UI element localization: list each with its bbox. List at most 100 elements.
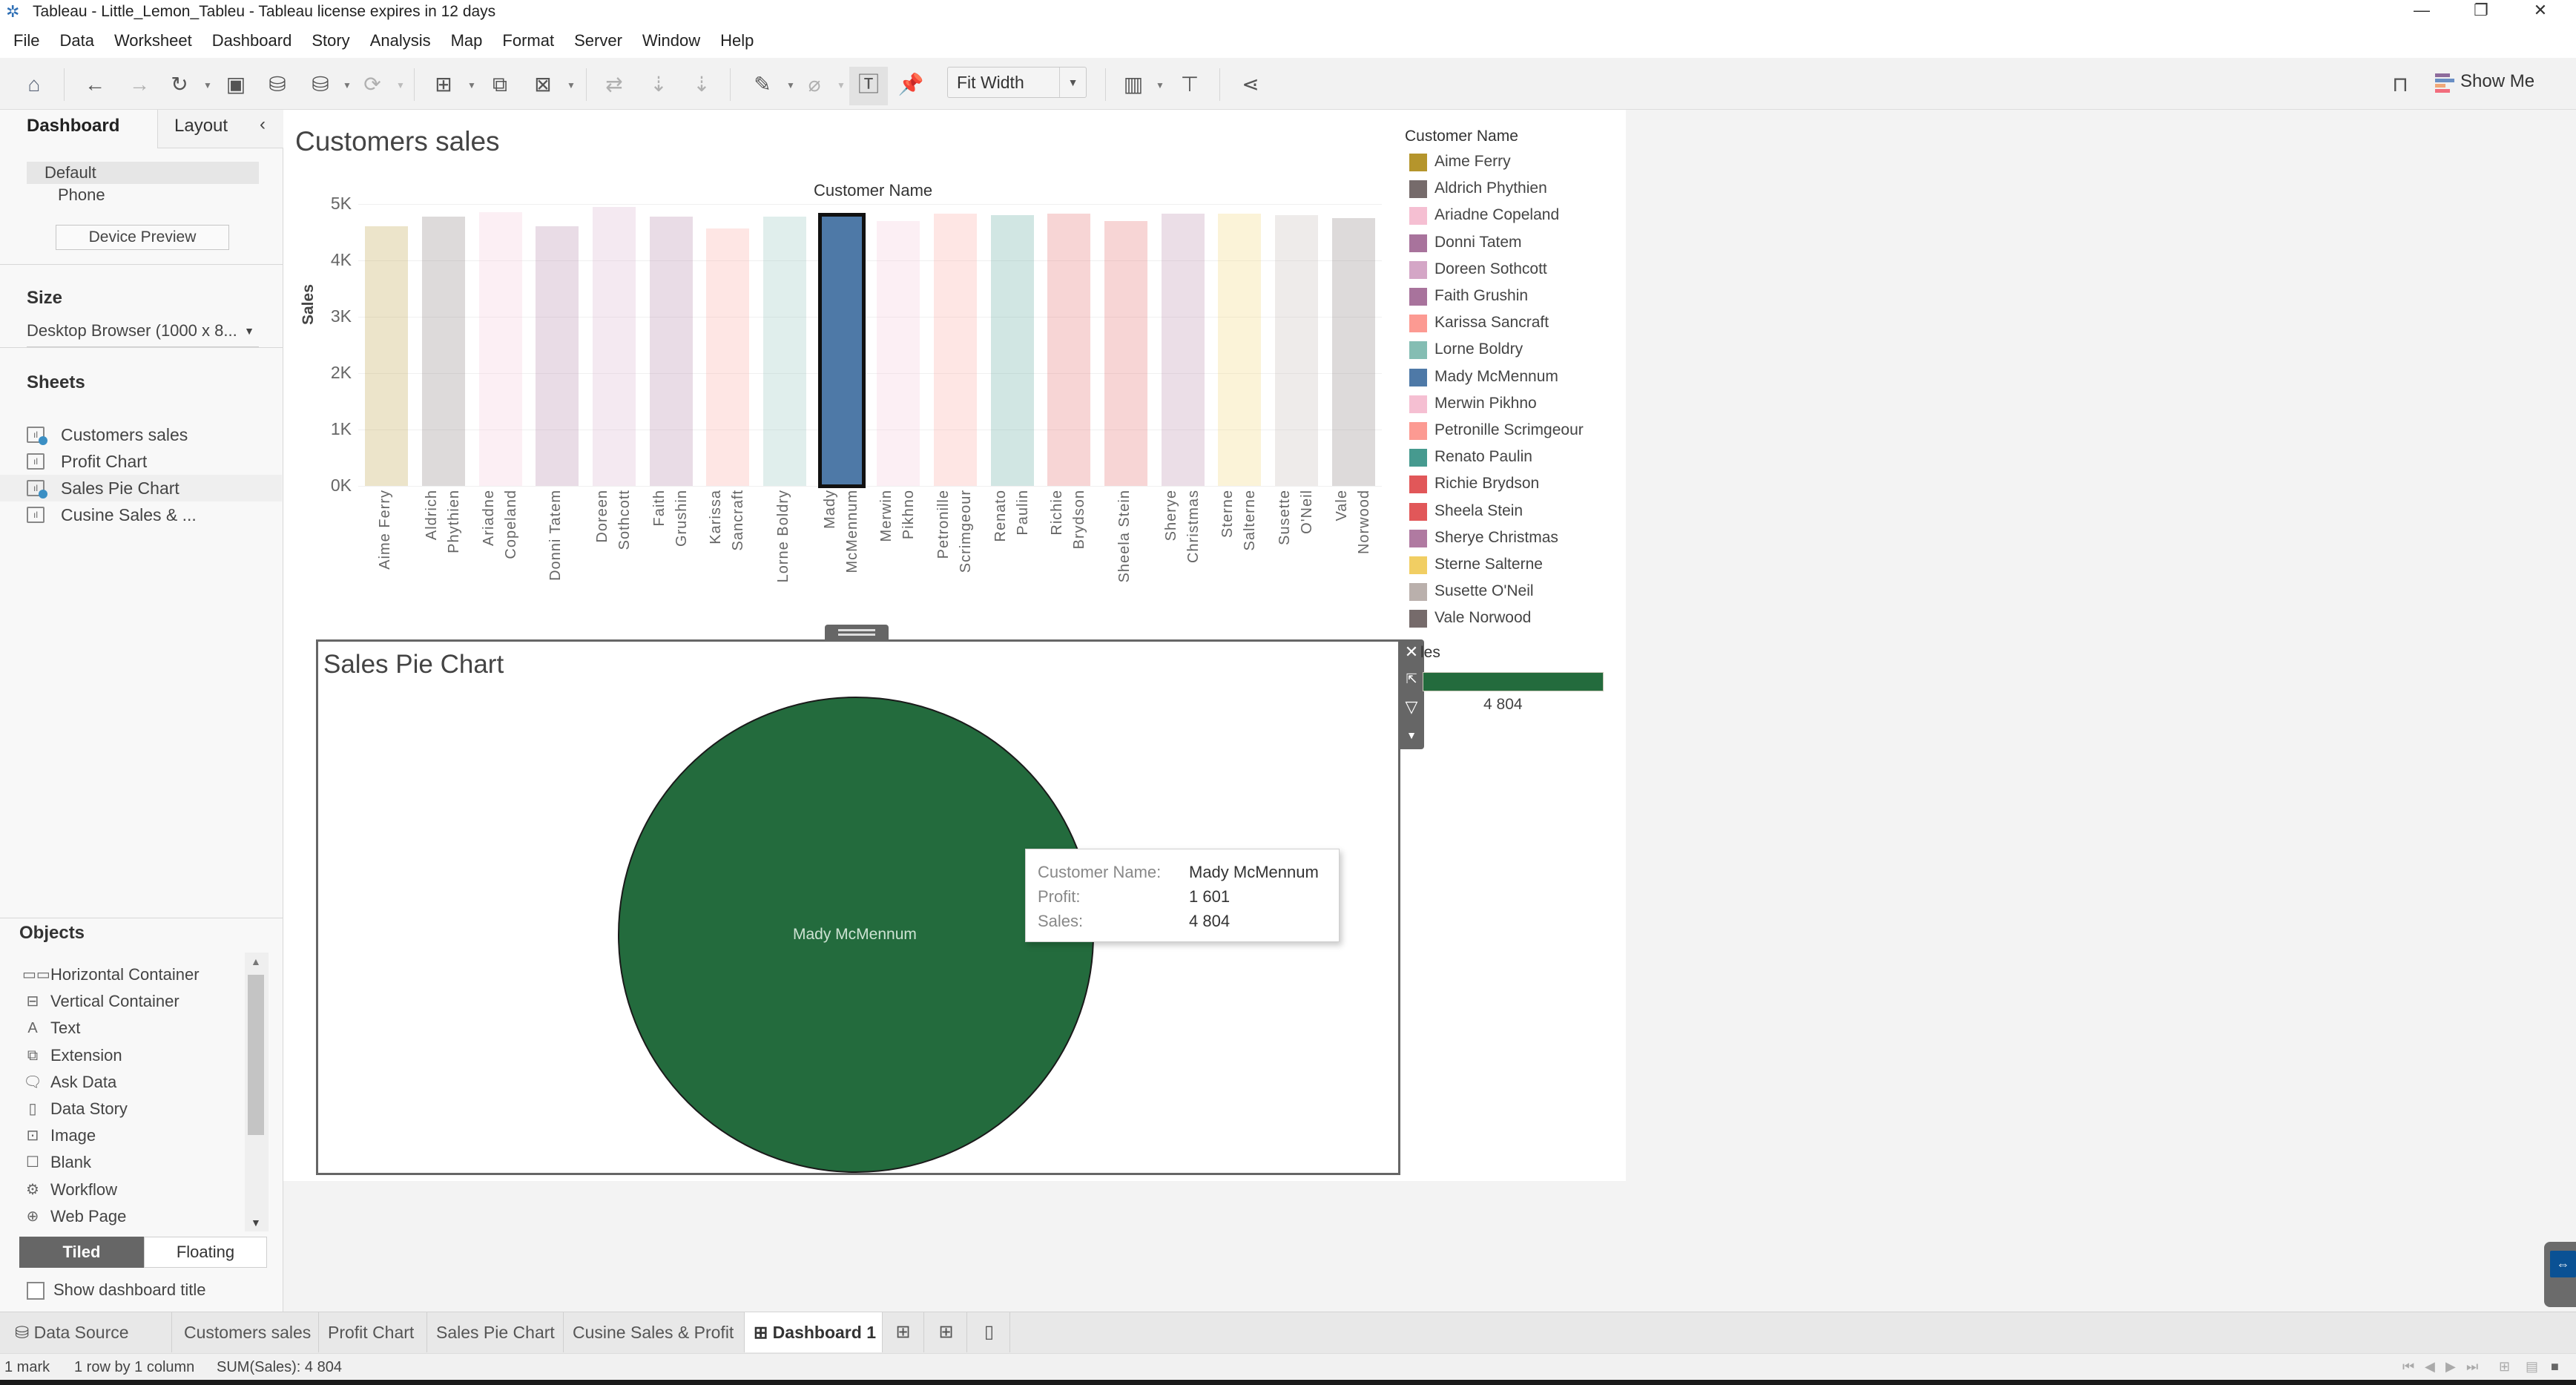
- show-labels-icon[interactable]: 🅃: [855, 71, 882, 98]
- use-as-filter-icon[interactable]: ▽: [1399, 694, 1424, 720]
- tab-profit-chart[interactable]: Profit Chart: [319, 1312, 427, 1352]
- last-page-icon[interactable]: ⏭: [2466, 1353, 2478, 1380]
- save-icon[interactable]: ▣: [223, 71, 249, 98]
- menu-file[interactable]: File: [13, 31, 39, 50]
- tab-customers-sales[interactable]: Customers sales: [175, 1312, 319, 1352]
- legend-item-sterne-salterne[interactable]: Sterne Salterne: [1409, 551, 1543, 578]
- legend-item-doreen-sothcott[interactable]: Doreen Sothcott: [1409, 256, 1547, 283]
- legend-item-susette-o-neil[interactable]: Susette O'Neil: [1409, 578, 1534, 605]
- go-to-sheet-icon[interactable]: ⇱: [1399, 666, 1424, 691]
- object-item-horizontal-container[interactable]: ▭▭ Horizontal Container: [21, 961, 243, 988]
- collapse-panel-icon[interactable]: ‹: [260, 114, 266, 135]
- new-story-tab-icon[interactable]: ▯: [969, 1312, 1010, 1352]
- tab-data-source[interactable]: ⛁ Data Source: [0, 1312, 172, 1352]
- menu-map[interactable]: Map: [451, 31, 483, 50]
- sheet-item-sales-pie-chart[interactable]: ıl Sales Pie Chart: [0, 475, 282, 501]
- bar-susette-o-neil[interactable]: [1274, 215, 1319, 486]
- menu-help[interactable]: Help: [720, 31, 754, 50]
- menu-window[interactable]: Window: [642, 31, 700, 50]
- objects-scrollbar[interactable]: ▲ ▼: [245, 953, 269, 1231]
- legend-item-sheela-stein[interactable]: Sheela Stein: [1409, 498, 1523, 524]
- show-dashboard-title-checkbox[interactable]: Show dashboard title: [27, 1279, 205, 1301]
- bar-renato-paulin[interactable]: [990, 215, 1034, 486]
- undo-icon[interactable]: ←: [82, 71, 108, 98]
- object-item-data-story[interactable]: ▯ Data Story: [21, 1096, 243, 1122]
- legend-item-renato-paulin[interactable]: Renato Paulin: [1409, 444, 1532, 470]
- presentation-icon[interactable]: ⊤: [1176, 71, 1203, 98]
- bar-aldrich-phythien[interactable]: [421, 216, 466, 486]
- size-select[interactable]: Desktop Browser (1000 x 8... ▼: [27, 319, 259, 347]
- legend-item-faith-grushin[interactable]: Faith Grushin: [1409, 283, 1528, 309]
- menu-dashboard[interactable]: Dashboard: [212, 31, 292, 50]
- tab-cusine-sales-profit[interactable]: Cusine Sales & Profit: [564, 1312, 745, 1352]
- scroll-up-icon[interactable]: ▲: [251, 955, 261, 967]
- new-dashboard-tab-icon[interactable]: ⊞: [926, 1312, 967, 1352]
- legend-item-donni-tatem[interactable]: Donni Tatem: [1409, 229, 1522, 256]
- tiled-button[interactable]: Tiled: [19, 1237, 144, 1268]
- bar-mady-mcmennum[interactable]: [817, 212, 866, 488]
- object-item-workflow[interactable]: ⚙ Workflow: [21, 1177, 243, 1203]
- new-worksheet-icon[interactable]: ⊞: [430, 71, 457, 98]
- bar-faith-grushin[interactable]: [649, 216, 693, 486]
- tab-dashboard-1[interactable]: ⊞ Dashboard 1: [745, 1312, 883, 1352]
- legend-item-aldrich-phythien[interactable]: Aldrich Phythien: [1409, 175, 1547, 202]
- tab-sales-pie-chart[interactable]: Sales Pie Chart: [427, 1312, 564, 1352]
- sheet-item-customers-sales[interactable]: ıl Customers sales: [0, 421, 282, 448]
- tabs-view-icon[interactable]: ■: [2551, 1353, 2559, 1380]
- bar-vale-norwood[interactable]: [1331, 218, 1375, 486]
- menu-data[interactable]: Data: [59, 31, 93, 50]
- object-item-ask-data[interactable]: 🗨 Ask Data: [21, 1069, 243, 1096]
- scrollbar-thumb[interactable]: [248, 975, 264, 1135]
- redo-icon[interactable]: →: [126, 71, 153, 98]
- sheet-item-profit-chart[interactable]: ıl Profit Chart: [0, 448, 282, 475]
- object-item-web-page[interactable]: ⊕ Web Page: [21, 1203, 243, 1230]
- device-default[interactable]: Default: [27, 162, 259, 184]
- device-phone[interactable]: Phone: [27, 184, 259, 206]
- legend-item-vale-norwood[interactable]: Vale Norwood: [1409, 605, 1531, 631]
- sort-ascending-icon[interactable]: ⇣: [645, 71, 672, 98]
- floating-button[interactable]: Floating: [144, 1237, 267, 1268]
- show-me-button[interactable]: Show Me: [2435, 67, 2534, 96]
- object-item-vertical-container[interactable]: ⊟ Vertical Container: [21, 988, 243, 1015]
- sort-descending-icon[interactable]: ⇣: [688, 71, 715, 98]
- new-datasource-icon[interactable]: ⛁: [264, 71, 291, 98]
- first-page-icon[interactable]: ⏮: [2402, 1353, 2414, 1380]
- legend-item-lorne-boldry[interactable]: Lorne Boldry: [1409, 336, 1523, 363]
- sheet-item-cusine-sales[interactable]: ıl Cusine Sales & ...: [0, 501, 282, 528]
- legend-item-karissa-sancraft[interactable]: Karissa Sancraft: [1409, 309, 1549, 336]
- bar-sheela-stein[interactable]: [1104, 220, 1148, 486]
- show-cards-icon[interactable]: ▥: [1120, 71, 1147, 98]
- home-icon[interactable]: ⌂: [21, 71, 47, 98]
- object-item-text[interactable]: A Text: [21, 1015, 243, 1042]
- bar-lorne-boldry[interactable]: [762, 216, 807, 486]
- bar-sterne-salterne[interactable]: [1218, 213, 1262, 486]
- next-page-icon[interactable]: ▶: [2445, 1353, 2456, 1380]
- legend-item-petronille-scrimgeour[interactable]: Petronille Scrimgeour: [1409, 417, 1584, 444]
- teamviewer-tab[interactable]: ⇔: [2544, 1242, 2576, 1307]
- highlight-icon[interactable]: ✎: [749, 71, 776, 98]
- tooltip-sign-icon[interactable]: ⊓: [2387, 71, 2414, 98]
- legend-item-merwin-pikhno[interactable]: Merwin Pikhno: [1409, 390, 1537, 417]
- device-preview-button[interactable]: Device Preview: [56, 225, 229, 250]
- swap-icon[interactable]: ⇄: [601, 71, 627, 98]
- tab-dashboard[interactable]: Dashboard: [0, 110, 157, 148]
- object-item-blank[interactable]: ☐ Blank: [21, 1149, 243, 1176]
- duplicate-icon[interactable]: ⧉: [487, 71, 513, 98]
- legend-item-mady-mcmennum[interactable]: Mady McMennum: [1409, 363, 1558, 390]
- refresh-icon[interactable]: ⟳: [359, 71, 386, 98]
- menu-analysis[interactable]: Analysis: [370, 31, 431, 50]
- legend-item-sherye-christmas[interactable]: Sherye Christmas: [1409, 524, 1558, 551]
- bar-donni-tatem[interactable]: [536, 226, 579, 486]
- pin-axis-icon[interactable]: 📌: [897, 71, 924, 98]
- legend-item-aime-ferry[interactable]: Aime Ferry: [1409, 148, 1511, 175]
- legend-item-ariadne-copeland[interactable]: Ariadne Copeland: [1409, 202, 1559, 228]
- bar-petronille-scrimgeour[interactable]: [933, 213, 978, 486]
- zone-drag-handle[interactable]: [825, 625, 889, 641]
- minimize-icon[interactable]: —: [2396, 0, 2448, 24]
- bar-ariadne-copeland[interactable]: [478, 211, 522, 486]
- menu-format[interactable]: Format: [502, 31, 554, 50]
- replay-icon[interactable]: ↻: [166, 71, 193, 98]
- menu-server[interactable]: Server: [574, 31, 622, 50]
- bar-sherye-christmas[interactable]: [1161, 213, 1205, 486]
- clear-sheet-icon[interactable]: ⊠: [530, 71, 556, 98]
